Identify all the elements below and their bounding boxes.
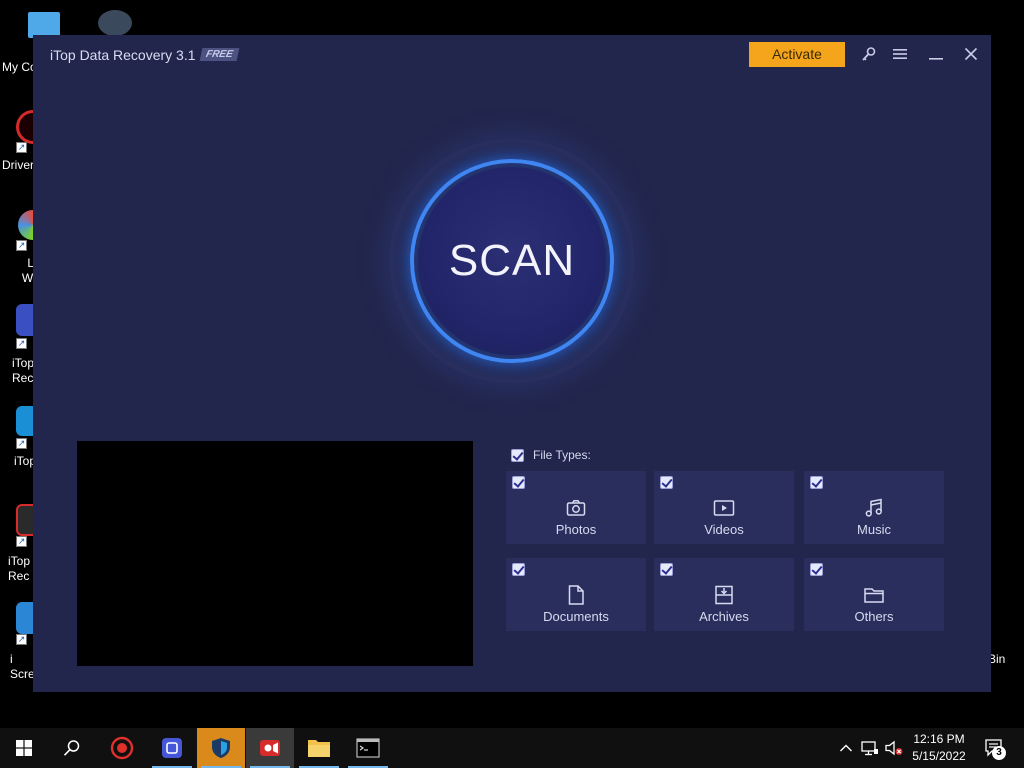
video-icon <box>713 500 735 516</box>
itop-vpn-app-icon <box>212 738 230 758</box>
gear-icon <box>98 10 132 36</box>
free-badge: FREE <box>199 48 240 61</box>
shortcut-arrow-icon: ↗ <box>16 634 27 645</box>
start-button[interactable] <box>0 728 48 768</box>
shortcut-arrow-icon: ↗ <box>16 536 27 547</box>
folder-icon <box>308 740 330 757</box>
minimize-icon[interactable] <box>926 44 946 64</box>
desktop-icon-label: Bin <box>988 652 1006 666</box>
app-title: iTop Data Recovery 3.1 <box>50 47 196 63</box>
windows-icon <box>16 740 32 756</box>
scan-button[interactable]: SCAN <box>418 167 606 355</box>
taskbar-app-itop-data-recovery[interactable] <box>148 728 196 768</box>
itop-screen-recorder-app-icon <box>260 740 280 756</box>
file-types-checkbox[interactable] <box>511 448 524 462</box>
title-bar[interactable]: iTop Data Recovery 3.1 FREE Activate <box>33 35 991 75</box>
videos-checkbox[interactable] <box>660 476 673 489</box>
network-icon[interactable] <box>860 738 880 758</box>
desktop-icon-gear-app[interactable] <box>96 8 136 36</box>
taskbar: 12:16 PM 5/15/2022 3 <box>0 728 1024 768</box>
shortcut-arrow-icon: ↗ <box>16 240 27 251</box>
music-icon <box>865 498 882 517</box>
search-icon <box>63 740 80 756</box>
volume-muted-icon[interactable] <box>884 738 904 758</box>
document-icon <box>568 585 584 605</box>
videos-label: Videos <box>704 522 744 537</box>
system-clock[interactable]: 12:16 PM 5/15/2022 <box>906 731 972 765</box>
photos-label: Photos <box>555 522 597 537</box>
file-type-videos[interactable]: Videos <box>654 471 794 544</box>
key-icon[interactable] <box>859 44 879 64</box>
folder-icon <box>864 588 884 603</box>
file-type-photos[interactable]: Photos <box>506 471 646 544</box>
taskbar-app-command-prompt[interactable] <box>344 728 392 768</box>
photos-checkbox[interactable] <box>512 476 525 489</box>
itop-data-recovery-window: iTop Data Recovery 3.1 FREE Activate SCA… <box>33 35 991 692</box>
file-type-archives[interactable]: Archives <box>654 558 794 631</box>
file-type-documents[interactable]: Documents <box>506 558 646 631</box>
file-type-others[interactable]: Others <box>804 558 944 631</box>
others-label: Others <box>854 609 894 624</box>
file-types-label: File Types: <box>533 448 591 462</box>
documents-checkbox[interactable] <box>512 563 525 576</box>
archive-icon <box>715 585 733 605</box>
archives-label: Archives <box>699 609 749 624</box>
close-icon[interactable] <box>961 44 981 64</box>
music-label: Music <box>857 522 891 537</box>
driver-booster-icon <box>110 736 134 760</box>
clock-time: 12:16 PM <box>913 732 965 746</box>
taskbar-app-driver-booster[interactable] <box>98 728 146 768</box>
documents-label: Documents <box>543 609 609 624</box>
others-checkbox[interactable] <box>810 563 823 576</box>
activate-button[interactable]: Activate <box>749 42 845 67</box>
file-type-music[interactable]: Music <box>804 471 944 544</box>
chevron-up-icon[interactable] <box>836 738 856 758</box>
shortcut-arrow-icon: ↗ <box>16 438 27 449</box>
file-types-header[interactable]: File Types: <box>511 447 591 463</box>
taskbar-app-itop-screen-recorder[interactable] <box>246 728 294 768</box>
clock-date: 5/15/2022 <box>912 749 966 763</box>
taskbar-app-itop-vpn[interactable] <box>197 728 245 768</box>
shortcut-arrow-icon: ↗ <box>16 338 27 349</box>
search-button[interactable] <box>48 728 96 768</box>
shortcut-arrow-icon: ↗ <box>16 142 27 153</box>
camera-icon <box>566 500 586 516</box>
notification-count-badge: 3 <box>992 746 1006 760</box>
terminal-icon <box>356 738 380 758</box>
preview-panel <box>77 441 473 666</box>
music-checkbox[interactable] <box>810 476 823 489</box>
taskbar-app-file-explorer[interactable] <box>295 728 343 768</box>
menu-icon[interactable] <box>890 44 910 64</box>
archives-checkbox[interactable] <box>660 563 673 576</box>
notification-center-icon[interactable]: 3 <box>982 738 1008 760</box>
itop-data-recovery-app-icon <box>162 738 182 758</box>
